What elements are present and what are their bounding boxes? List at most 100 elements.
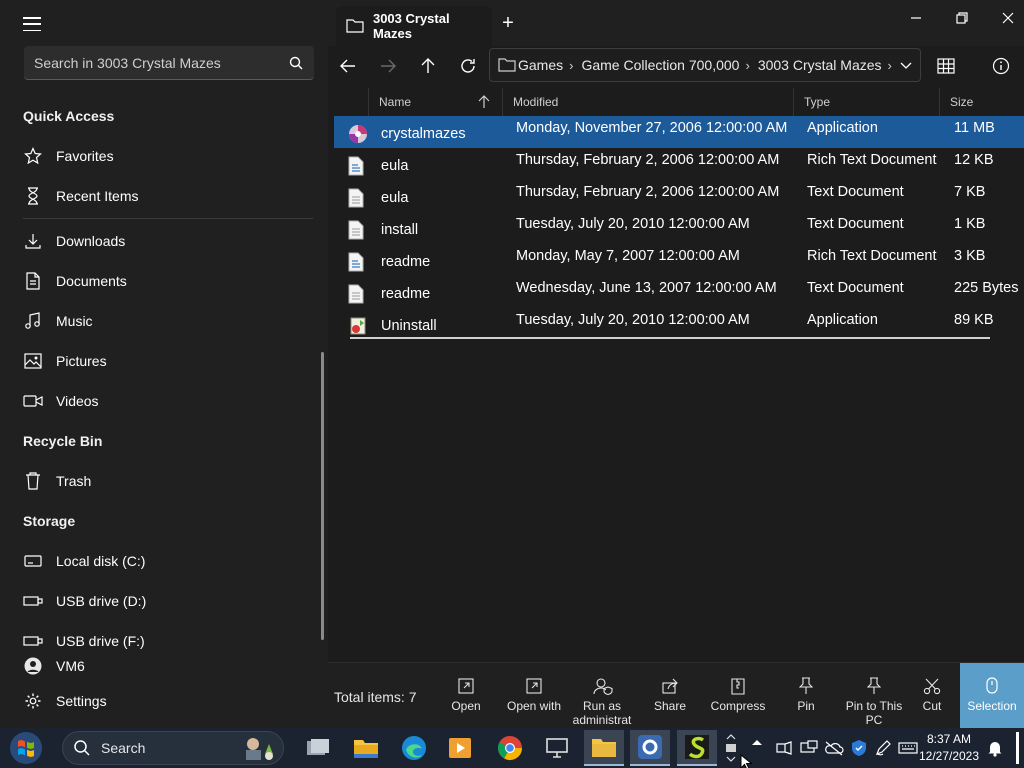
- task-view-button[interactable]: [298, 730, 338, 766]
- sidebar-search[interactable]: [24, 46, 314, 80]
- open-with-command[interactable]: Open with: [502, 673, 566, 713]
- file-type: Rich Text Document: [807, 248, 937, 264]
- back-button[interactable]: [334, 52, 362, 80]
- share-command[interactable]: Share: [638, 673, 702, 713]
- selection-command[interactable]: Selection: [960, 663, 1024, 729]
- command-label: Open with: [506, 699, 562, 713]
- usb-drive-icon: [23, 591, 43, 611]
- close-button[interactable]: [998, 8, 1018, 28]
- media-player-app[interactable]: [440, 730, 480, 766]
- sidebar-item-downloads[interactable]: Downloads: [0, 221, 328, 261]
- file-row[interactable]: readme Wednesday, June 13, 2007 12:00:00 …: [334, 276, 1024, 308]
- layout-button[interactable]: [932, 52, 960, 80]
- info-icon: [992, 57, 1010, 75]
- cloud-offline-icon[interactable]: [824, 740, 844, 756]
- remote-desktop-app[interactable]: [537, 730, 577, 766]
- notification-bell-icon[interactable]: [987, 739, 1003, 757]
- download-icon: [23, 231, 43, 251]
- refresh-button[interactable]: [454, 52, 482, 80]
- chrome-browser-app[interactable]: [490, 730, 530, 766]
- file-row[interactable]: crystalmazes Monday, November 27, 2006 12…: [334, 116, 1024, 148]
- display-icon[interactable]: [800, 740, 818, 756]
- file-row[interactable]: eula Thursday, February 2, 2006 12:00:00 …: [334, 148, 1024, 180]
- minimize-button[interactable]: [906, 8, 926, 28]
- user-account-item[interactable]: VM6: [0, 648, 328, 683]
- file-row[interactable]: install Tuesday, July 20, 2010 12:00:00 A…: [334, 212, 1024, 244]
- restore-button[interactable]: [952, 8, 972, 28]
- search-input[interactable]: [34, 54, 288, 71]
- pin-icon: [797, 677, 815, 695]
- show-desktop-button[interactable]: [1016, 732, 1019, 764]
- system-tray: [750, 728, 918, 768]
- file-size: 7 KB: [954, 184, 986, 200]
- column-modified[interactable]: Modified: [502, 88, 792, 116]
- file-row[interactable]: Uninstall Tuesday, July 20, 2010 12:00:00…: [334, 308, 1024, 340]
- chevron-down-icon[interactable]: [898, 57, 914, 73]
- run-as-admin-command[interactable]: Run as administrat: [570, 673, 634, 727]
- compress-command[interactable]: Compress: [706, 673, 770, 713]
- column-size[interactable]: Size: [939, 88, 1024, 116]
- file-type: Rich Text Document: [807, 152, 937, 168]
- sidebar-item-favorites[interactable]: Favorites: [0, 136, 328, 176]
- sidebar-item-recent[interactable]: Recent Items: [0, 176, 328, 216]
- sidebar-item-usb-d[interactable]: USB drive (D:): [0, 581, 328, 621]
- cut-command[interactable]: Cut: [910, 673, 954, 713]
- sidebar-item-pictures[interactable]: Pictures: [0, 341, 328, 381]
- chevron-up-icon[interactable]: [750, 736, 764, 750]
- column-type[interactable]: Type: [793, 88, 938, 116]
- keyboard-icon[interactable]: [898, 741, 918, 755]
- file-row[interactable]: readme Monday, May 7, 2007 12:00:00 AM Ric…: [334, 244, 1024, 276]
- pin-to-pc-command[interactable]: Pin to This PC: [842, 673, 906, 727]
- up-button[interactable]: [414, 52, 442, 80]
- open-with-icon: [525, 677, 543, 695]
- search-highlight-icon: [246, 738, 273, 760]
- column-header: Name Modified Type Size: [328, 88, 1024, 116]
- sidebar-nav: Quick Access Favorites Recent Items Down…: [0, 96, 328, 661]
- sidebar-item-label: Recent Items: [56, 188, 139, 204]
- game-app-active[interactable]: [677, 730, 717, 766]
- music-note-icon: [23, 311, 43, 331]
- sidebar-item-local-disk-c[interactable]: Local disk (C:): [0, 541, 328, 581]
- taskbar-search[interactable]: Search: [62, 731, 284, 765]
- section-storage[interactable]: Storage: [0, 501, 328, 541]
- breadcrumb-item[interactable]: Game Collection 700,000: [581, 57, 739, 73]
- sidebar-item-videos[interactable]: Videos: [0, 381, 328, 421]
- info-button[interactable]: [987, 52, 1015, 80]
- column-name[interactable]: Name: [368, 88, 500, 116]
- new-tab-button[interactable]: +: [498, 13, 518, 34]
- sidebar-scrollbar[interactable]: [321, 352, 324, 640]
- taskbar-search-label: Search: [101, 740, 146, 756]
- section-quick-access[interactable]: Quick Access: [0, 96, 328, 136]
- search-icon[interactable]: [288, 55, 304, 71]
- edge-browser-app[interactable]: [394, 730, 434, 766]
- restore-icon: [956, 12, 968, 24]
- clock-date: 12/27/2023: [918, 749, 980, 763]
- breadcrumb-item[interactable]: Games: [518, 57, 563, 73]
- file-type: Application: [807, 312, 878, 328]
- address-bar[interactable]: Games › Game Collection 700,000 › 3003 Cry…: [489, 48, 921, 82]
- sidebar-item-documents[interactable]: Documents: [0, 261, 328, 301]
- pen-icon[interactable]: [874, 739, 892, 757]
- clock[interactable]: 8:37 AM 12/27/2023: [916, 731, 982, 765]
- document-icon: [23, 271, 43, 291]
- settings-app-active[interactable]: [630, 730, 670, 766]
- user-name: VM6: [56, 657, 85, 674]
- pin-command[interactable]: Pin: [774, 673, 838, 713]
- sidebar-item-music[interactable]: Music: [0, 301, 328, 341]
- arrow-left-icon: [340, 59, 355, 73]
- file-row[interactable]: eula Thursday, February 2, 2006 12:00:00 …: [334, 180, 1024, 212]
- breadcrumb-item[interactable]: 3003 Crystal Mazes: [758, 57, 882, 73]
- section-recycle-bin[interactable]: Recycle Bin: [0, 421, 328, 461]
- taskbar-scroll[interactable]: [722, 730, 740, 766]
- settings-item[interactable]: Settings: [0, 683, 328, 718]
- hamburger-menu-icon[interactable]: [22, 14, 42, 34]
- files-app-active[interactable]: [584, 730, 624, 766]
- sidebar-item-trash[interactable]: Trash: [0, 461, 328, 501]
- network-icon[interactable]: [774, 740, 794, 756]
- file-explorer-app[interactable]: [346, 730, 386, 766]
- tab-current-folder[interactable]: 3003 Crystal Mazes: [336, 6, 492, 46]
- security-shield-icon[interactable]: [850, 739, 868, 757]
- forward-button[interactable]: [374, 52, 402, 80]
- start-button[interactable]: [6, 730, 46, 766]
- open-command[interactable]: Open: [434, 673, 498, 713]
